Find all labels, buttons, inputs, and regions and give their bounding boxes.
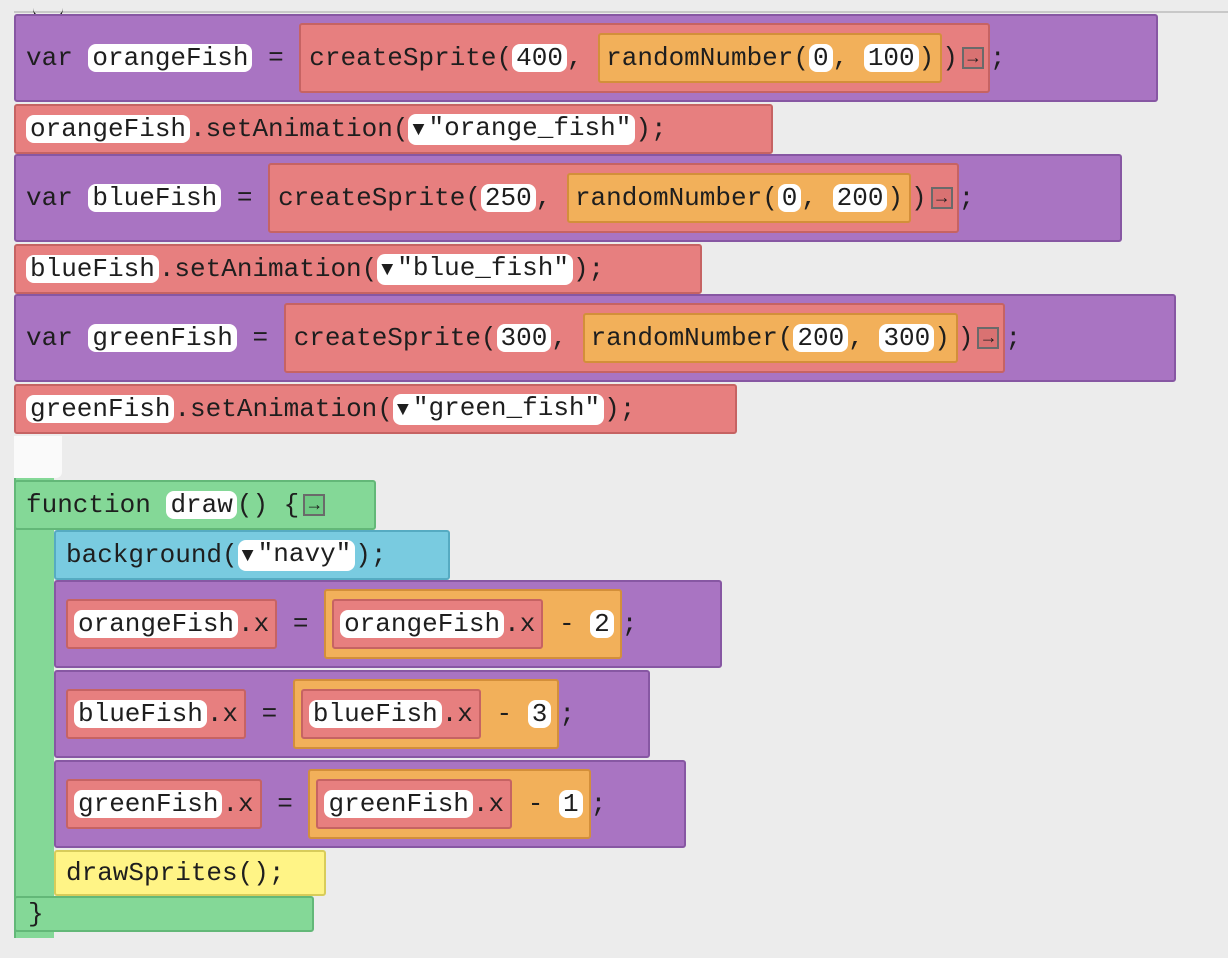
var-keyword: var: [26, 183, 73, 213]
expand-arrow-icon[interactable]: →: [961, 47, 984, 69]
function-keyword: function: [26, 490, 151, 520]
assign-orangefish-x-block[interactable]: orangeFish .x = orangeFish .x - 2 ;: [54, 580, 722, 668]
equals-sign: =: [277, 789, 293, 819]
sprite-property-block[interactable]: greenFish .x: [316, 779, 513, 829]
random-number-label: randomNumber: [574, 183, 763, 213]
sprite-property-block[interactable]: orangeFish .x: [332, 599, 544, 649]
empty-block-stub[interactable]: [14, 436, 62, 478]
sprite-source[interactable]: greenFish: [324, 790, 473, 818]
set-animation-label: .setAnimation: [174, 394, 378, 424]
dropdown-triangle-icon: ▼: [412, 118, 425, 142]
animation-value: "green_fish": [412, 392, 601, 423]
sprite-property-block[interactable]: orangeFish .x: [66, 599, 278, 649]
sprite-source[interactable]: orangeFish: [340, 610, 505, 638]
create-sprite-label: createSprite: [293, 323, 481, 353]
draw-sprites-block[interactable]: drawSprites();: [54, 850, 326, 896]
random-number-block[interactable]: randomNumber(0, 200): [566, 173, 912, 223]
sprite-target[interactable]: orangeFish: [74, 610, 239, 638]
assign-bluefish-x-block[interactable]: blueFish .x = blueFish .x - 3 ;: [54, 670, 650, 758]
dropdown-triangle-icon: ▼: [241, 544, 254, 568]
var-keyword: var: [26, 323, 73, 353]
random-max-input[interactable]: 300: [879, 324, 935, 352]
background-color-value: "navy": [257, 538, 352, 569]
sprite-target[interactable]: blueFish: [74, 700, 207, 728]
random-max-input[interactable]: 100: [863, 44, 919, 72]
set-animation-label: .setAnimation: [158, 254, 362, 284]
target-greenfish[interactable]: greenFish: [26, 395, 175, 423]
random-min-input[interactable]: 0: [809, 44, 833, 72]
var-greenfish-block[interactable]: var greenFish = createSprite(300, random…: [14, 294, 1176, 382]
var-name-bluefish[interactable]: blueFish: [88, 184, 222, 212]
equals-sign: =: [268, 43, 284, 73]
subtract-block[interactable]: blueFish .x - 3: [292, 679, 560, 749]
function-close-block[interactable]: }: [14, 896, 314, 932]
var-name-greenfish[interactable]: greenFish: [88, 324, 237, 352]
random-number-block[interactable]: randomNumber(200, 300): [582, 313, 958, 363]
animation-dropdown[interactable]: ▼ "blue_fish": [377, 252, 573, 285]
sprite-property-block[interactable]: greenFish .x: [66, 779, 262, 829]
random-number-label: randomNumber: [606, 43, 794, 73]
sprite-source[interactable]: blueFish: [308, 700, 442, 728]
draw-sprites-label: drawSprites();: [66, 858, 285, 888]
background-label: background: [66, 540, 223, 570]
background-block[interactable]: background(▼ "navy");: [54, 530, 450, 580]
target-bluefish[interactable]: blueFish: [26, 255, 159, 283]
equals-sign: =: [292, 609, 309, 639]
expand-arrow-icon[interactable]: →: [930, 187, 953, 209]
equals-sign: =: [252, 323, 269, 353]
set-animation-greenfish-block[interactable]: greenFish .setAnimation(▼ "green_fish");: [14, 384, 737, 434]
background-color-dropdown[interactable]: ▼ "navy": [237, 538, 356, 571]
animation-value: "blue_fish": [397, 252, 569, 283]
assign-greenfish-x-block[interactable]: greenFish .x = greenFish .x - 1 ;: [54, 760, 686, 848]
function-draw-header[interactable]: function draw() { →: [14, 480, 376, 530]
sprite-target[interactable]: greenFish: [74, 790, 223, 818]
workspace-top-edge: [14, 11, 1228, 13]
sprite-x-input[interactable]: 250: [480, 184, 536, 212]
var-orangefish-block[interactable]: var orangeFish = createSprite(400, rando…: [14, 14, 1158, 102]
create-sprite-block[interactable]: createSprite(400, randomNumber(0, 100) )…: [299, 23, 990, 93]
var-name-orangefish[interactable]: orangeFish: [88, 44, 253, 72]
sprite-property-block[interactable]: blueFish .x: [66, 689, 247, 739]
create-sprite-block[interactable]: createSprite(250, randomNumber(0, 200) )…: [268, 163, 959, 233]
function-name-input[interactable]: draw: [166, 491, 237, 519]
random-min-input[interactable]: 0: [777, 184, 802, 212]
target-orangefish[interactable]: orangeFish: [26, 115, 191, 143]
function-body-bar: [14, 478, 54, 938]
animation-dropdown[interactable]: ▼ "orange_fish": [408, 112, 636, 145]
equals-sign: =: [261, 699, 278, 729]
var-bluefish-block[interactable]: var blueFish = createSprite(250, randomN…: [14, 154, 1122, 242]
sprite-x-input[interactable]: 400: [512, 44, 567, 72]
dropdown-triangle-icon: ▼: [396, 398, 409, 422]
random-min-input[interactable]: 200: [793, 324, 849, 352]
random-number-label: randomNumber: [590, 323, 778, 353]
sprite-x-input[interactable]: 300: [496, 324, 552, 352]
random-number-block[interactable]: randomNumber(0, 100): [598, 33, 943, 83]
expand-arrow-icon[interactable]: →: [977, 327, 1000, 349]
animation-dropdown[interactable]: ▼ "green_fish": [392, 392, 605, 425]
random-max-input[interactable]: 200: [832, 184, 888, 212]
create-sprite-block[interactable]: createSprite(300, randomNumber(200, 300)…: [283, 303, 1006, 373]
set-animation-bluefish-block[interactable]: blueFish .setAnimation(▼ "blue_fish");: [14, 244, 702, 294]
create-sprite-label: createSprite: [278, 183, 466, 213]
subtract-amount[interactable]: 3: [527, 700, 552, 728]
set-animation-orangefish-block[interactable]: orangeFish .setAnimation(▼ "orange_fish");: [14, 104, 773, 154]
subtract-amount[interactable]: 1: [558, 790, 583, 818]
close-brace: }: [28, 899, 44, 929]
dropdown-triangle-icon: ▼: [381, 258, 394, 282]
animation-value: "orange_fish": [428, 112, 632, 143]
subtract-block[interactable]: orangeFish .x - 2: [324, 589, 622, 659]
set-animation-label: .setAnimation: [190, 114, 393, 144]
sprite-property-block[interactable]: blueFish .x: [300, 689, 481, 739]
var-keyword: var: [26, 43, 73, 73]
subtract-block[interactable]: greenFish .x - 1: [308, 769, 591, 839]
equals-sign: =: [236, 183, 253, 213]
expand-arrow-icon[interactable]: →: [303, 494, 326, 516]
create-sprite-label: createSprite: [309, 43, 497, 73]
subtract-amount[interactable]: 2: [590, 610, 614, 638]
